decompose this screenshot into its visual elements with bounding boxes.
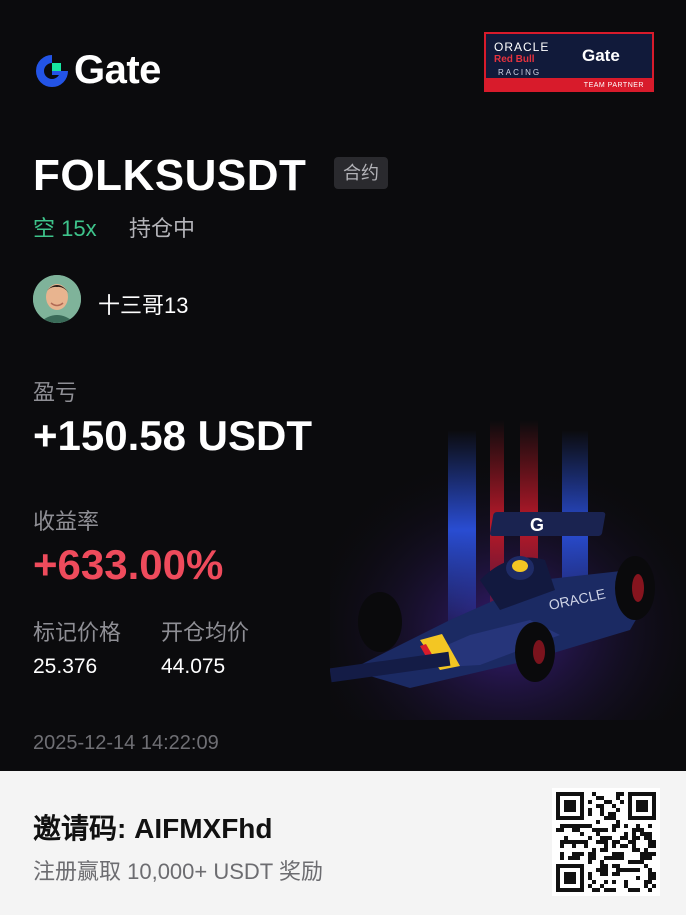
brand-name: Gate [74,48,161,92]
avatar [33,275,81,323]
partner-gate-label: Gate [582,46,620,65]
mark-price-value: 25.376 [33,655,98,678]
pnl-label: 盈亏 [33,380,78,405]
gate-logo-icon [36,54,68,87]
race-car-image: G ORACLE [330,420,686,720]
position-direction: 空 15x [33,216,97,241]
racing-label: RACING [498,68,542,77]
avatar-portrait-icon [33,275,81,323]
team-partner-label: TEAM PARTNER [583,82,644,89]
team-partner-badge: ORACLE Red Bull RACING Gate TEAM PARTNER [484,32,654,92]
svg-text:G: G [530,515,544,535]
oracle-label: ORACLE [494,40,550,54]
roe-label: 收益率 [33,509,100,534]
position-status: 持仓中 [129,216,196,241]
entry-price-value: 44.075 [161,655,226,678]
timestamp: 2025-12-14 14:22:09 [33,732,219,754]
redbull-label: Red Bull [494,54,535,65]
trading-pair: FOLKSUSDT [33,151,307,200]
gate-logo: Gate [34,48,161,93]
light-beam [448,430,476,630]
footer-banner: 邀请码: AIFMXFhd 注册赢取 10,000+ USDT 奖励 [0,771,686,915]
contract-tag: 合约 [334,157,388,189]
qr-code-icon[interactable] [552,788,660,896]
entry-price-label: 开仓均价 [161,620,250,645]
promo-text: 注册赢取 10,000+ USDT 奖励 [33,859,323,884]
pnl-value: +150.58 USDT [33,412,312,459]
share-card: Gate ORACLE Red Bull RACING Gate TEAM PA… [0,0,686,771]
user-name: 十三哥13 [98,293,189,318]
roe-value: +633.00% [33,541,224,588]
invite-code[interactable]: 邀请码: AIFMXFhd [33,807,273,847]
mark-price-label: 标记价格 [33,620,122,645]
